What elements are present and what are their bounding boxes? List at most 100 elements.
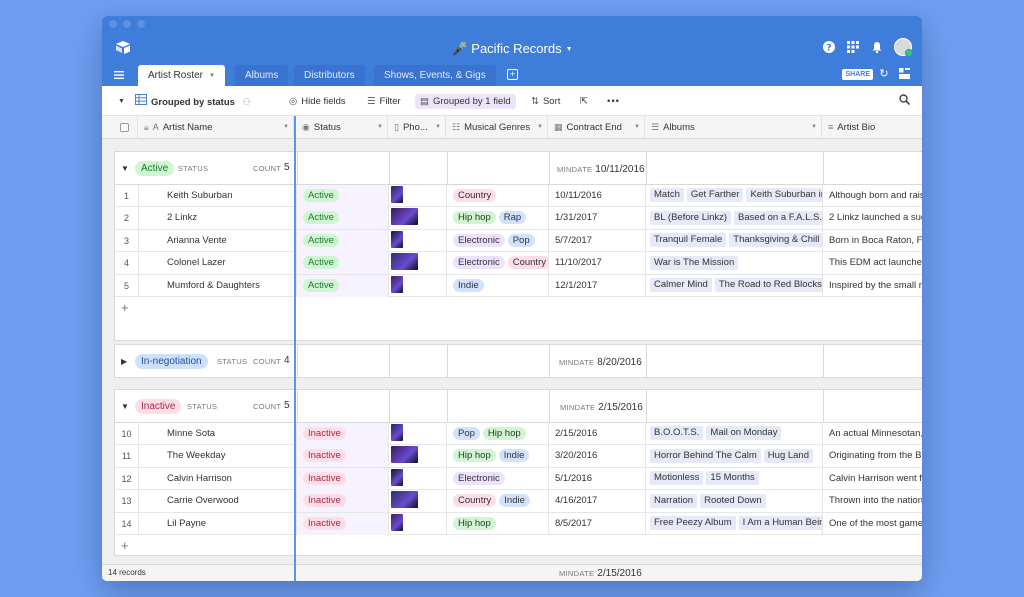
album-link[interactable]: Rooted Down [700, 493, 766, 508]
column-header-artist-name[interactable]: 🔒︎ A Artist Name ▼ [138, 116, 294, 139]
musical-genres-cell[interactable]: Electronic Country [447, 252, 549, 275]
albums-cell[interactable]: Narration Rooted Down [646, 490, 823, 513]
musical-genres-cell[interactable]: Electronic [447, 467, 549, 490]
album-link[interactable]: Mail on Monday [706, 426, 782, 441]
album-link[interactable]: Based on a F.A.L.S.E [734, 210, 822, 225]
artist-photo-thumbnail[interactable] [391, 513, 403, 531]
artist-bio-cell[interactable]: Originating from the B [823, 445, 922, 467]
photo-cell[interactable] [389, 445, 447, 468]
contract-end-cell[interactable]: 5/7/2017 [549, 229, 646, 252]
artist-photo-thumbnail[interactable] [391, 468, 403, 486]
album-link[interactable]: Free Peezy Album [650, 516, 736, 531]
artist-photo-thumbnail[interactable] [391, 253, 418, 271]
select-all-checkbox[interactable] [102, 116, 138, 139]
contract-end-cell[interactable]: 4/16/2017 [549, 490, 646, 513]
photo-cell[interactable] [389, 467, 447, 490]
photo-cell[interactable] [389, 274, 447, 297]
album-link[interactable]: War is The Mission [650, 255, 739, 270]
collapse-triangle-icon[interactable]: ▼ [121, 164, 129, 173]
user-avatar[interactable] [894, 38, 913, 57]
artist-bio-cell[interactable]: Calvin Harrison went f [823, 468, 922, 490]
musical-genres-cell[interactable]: Hip hop [447, 512, 549, 535]
contract-end-cell[interactable]: 8/5/2017 [549, 512, 646, 535]
column-header-status[interactable]: ◉ Status ▼ [296, 116, 388, 139]
album-link[interactable]: Motionless [650, 471, 704, 486]
artist-photo-thumbnail[interactable] [391, 446, 418, 464]
artist-name-cell[interactable]: Carrie Overwood [139, 490, 297, 513]
artist-photo-thumbnail[interactable] [391, 423, 403, 441]
artist-name-cell[interactable]: Mumford & Daughters [139, 274, 297, 297]
chevron-down-icon[interactable]: ▼ [209, 73, 215, 79]
status-cell[interactable]: Inactive [297, 445, 389, 468]
album-link[interactable]: Get Farther [686, 188, 744, 203]
album-link[interactable]: Hug Land [763, 448, 813, 463]
notification-bell-icon[interactable] [870, 40, 884, 54]
artist-name-cell[interactable]: 2 Linkz [139, 207, 297, 230]
albums-cell[interactable]: B.O.O.T.S. Mail on Monday [646, 423, 823, 445]
photo-cell[interactable] [389, 185, 447, 207]
album-link[interactable]: B.O.O.T.S. [650, 426, 704, 441]
contract-end-cell[interactable]: 5/1/2016 [549, 467, 646, 490]
tab-artist-roster[interactable]: Artist Roster ▼ [138, 65, 225, 86]
add-record-row[interactable]: + [115, 297, 922, 319]
search-icon[interactable] [899, 94, 911, 109]
album-link[interactable]: BL (Before Linkz) [650, 210, 732, 225]
album-link[interactable]: Keith Suburban in [746, 188, 822, 203]
group-header[interactable]: ▶ In-negotiation STATUS COUNT 4 MINDATE 8… [115, 345, 922, 378]
tab-albums[interactable]: Albums [235, 65, 289, 86]
table-row[interactable]: 22 Linkz Active Hip hop Rap 1/31/2017 BL (Bef… [115, 207, 922, 230]
column-header-contract-end[interactable]: ▦ Contract End ▼ [548, 116, 645, 139]
tab-shows-events-gigs[interactable]: Shows, Events, & Gigs [374, 65, 496, 86]
albums-cell[interactable]: Free Peezy Album I Am a Human Being [646, 512, 823, 535]
status-cell[interactable]: Inactive [297, 512, 389, 535]
column-header-photo[interactable]: ▯ Pho... ▼ [388, 116, 446, 139]
status-cell[interactable]: Inactive [297, 423, 389, 445]
artist-photo-thumbnail[interactable] [391, 275, 403, 293]
albums-cell[interactable]: BL (Before Linkz) Based on a F.A.L.S.E [646, 207, 823, 230]
artist-name-cell[interactable]: The Weekday [139, 445, 297, 468]
musical-genres-cell[interactable]: Hip hop Indie [447, 445, 549, 468]
status-cell[interactable]: Active [297, 207, 389, 230]
artist-bio-cell[interactable]: 2 Linkz launched a succ [823, 207, 922, 229]
table-row[interactable]: 1 Keith Suburban Active Country 10/11/2016 Ma… [115, 185, 922, 208]
album-link[interactable]: 15 Months [706, 471, 759, 486]
contract-end-cell[interactable]: 1/31/2017 [549, 207, 646, 230]
hamburger-menu-icon[interactable] [114, 70, 124, 80]
table-row[interactable]: 12 Calvin Harrison Inactive Electronic 5/1/2… [115, 467, 922, 491]
status-cell[interactable]: Inactive [297, 490, 389, 513]
artist-photo-thumbnail[interactable] [391, 185, 403, 203]
artist-name-cell[interactable]: Minne Sota [139, 423, 297, 445]
status-cell[interactable]: Inactive [297, 467, 389, 490]
album-link[interactable]: I Am a Human Being [738, 516, 822, 531]
filter-button[interactable]: ☰ Filter [367, 94, 401, 109]
musical-genres-cell[interactable]: Electronic Pop [447, 229, 549, 252]
table-row[interactable]: 13 Carrie Overwood Inactive Country Indie 4/1… [115, 490, 922, 513]
musical-genres-cell[interactable]: Pop Hip hop [447, 423, 549, 445]
album-link[interactable]: Calmer Mind [650, 278, 712, 293]
albums-cell[interactable]: Tranquil Female Thanksgiving & Chill [646, 229, 823, 252]
table-row[interactable]: 5 Mumford & Daughters Active Indie 12/1/2017… [115, 274, 922, 297]
more-options-icon[interactable]: ••• [607, 94, 620, 109]
help-icon[interactable]: ? [822, 40, 836, 54]
photo-cell[interactable] [389, 512, 447, 535]
status-cell[interactable]: Active [297, 274, 389, 297]
column-header-artist-bio[interactable]: ≡ Artist Bio [822, 116, 922, 139]
contract-end-cell[interactable]: 2/15/2016 [549, 423, 646, 445]
artist-bio-cell[interactable]: This EDM act launched [823, 252, 922, 274]
photo-cell[interactable] [389, 229, 447, 252]
table-row[interactable]: 3 Arianna Vente Active Electronic Pop 5/7/201… [115, 229, 922, 253]
status-cell[interactable]: Active [297, 185, 389, 207]
artist-name-cell[interactable]: Arianna Vente [139, 229, 297, 252]
artist-photo-thumbnail[interactable] [391, 491, 418, 509]
chevron-down-icon[interactable]: ▼ [537, 116, 543, 139]
zoom-window-button[interactable] [137, 20, 145, 28]
artist-name-cell[interactable]: Calvin Harrison [139, 467, 297, 490]
contract-end-cell[interactable]: 10/11/2016 [549, 185, 646, 207]
musical-genres-cell[interactable]: Indie [447, 274, 549, 297]
history-icon[interactable]: ↻ [878, 68, 890, 80]
add-table-icon[interactable]: + [507, 69, 518, 80]
musical-genres-cell[interactable]: Country Indie [447, 490, 549, 513]
chevron-down-icon[interactable]: ▼ [435, 116, 441, 139]
sort-button[interactable]: ⇅ Sort [531, 94, 560, 109]
contract-end-cell[interactable]: 11/10/2017 [549, 252, 646, 275]
